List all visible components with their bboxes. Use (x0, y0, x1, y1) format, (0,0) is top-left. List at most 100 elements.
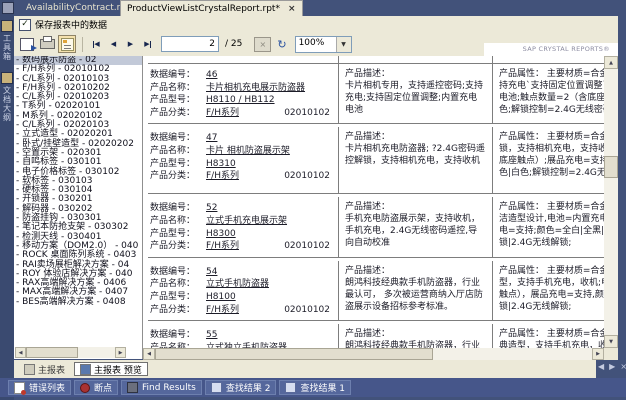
record-attributes: 产品属性： 主要材质=合金 典造型，支持手机充电，收 (492, 324, 604, 348)
breakpoint-icon (80, 383, 90, 393)
scroll-right-icon[interactable]: ▶ (592, 348, 604, 360)
tree-scroll-track[interactable] (78, 347, 115, 358)
scroll-up-icon[interactable]: ▲ (604, 56, 618, 69)
report-page: 数据编号：46 产品名称：卡片相机充电展示防盗器 产品型号：H8110 / HB… (143, 56, 604, 348)
panel-label: 错误列表 (29, 381, 65, 394)
toolbox-label: 工具箱 (2, 34, 13, 61)
scroll-left-icon[interactable]: ◀ (143, 348, 155, 360)
crystal-reports-brand: SAP CRYSTAL REPORTS® (484, 43, 618, 56)
print-button[interactable] (38, 35, 56, 53)
record-fields: 数据编号：46 产品名称：卡片相机充电展示防盗器 产品型号：H8110 / HB… (148, 64, 338, 123)
column-border (492, 56, 493, 63)
zoom-value: 100% (296, 37, 336, 52)
panel-breakpoints[interactable]: 断点 (74, 380, 118, 395)
report-preview-icon (80, 364, 91, 375)
record-fields: 数据编号：52 产品名称：立式手机充电展示架 产品型号：H8300 产品分类：F… (148, 197, 338, 256)
tree-item[interactable]: BES高端解决方案 - 0408 (14, 298, 142, 307)
window-menu-icon[interactable] (2, 2, 14, 14)
tab-label: 主报表 预览 (94, 363, 142, 376)
doc-tab-label: ProductViewListCrystalReport.rpt* (127, 4, 280, 14)
chevron-down-icon[interactable]: ▼ (336, 37, 351, 52)
report-icon (24, 364, 35, 375)
record-name[interactable]: 卡片 相机防盗展示架 (206, 145, 290, 158)
vertical-scroll-thumb[interactable] (604, 156, 618, 178)
prev-page-button[interactable]: ◀ (106, 37, 121, 52)
last-bar (150, 41, 151, 48)
next-page-icon: ▶ (128, 40, 133, 48)
field-label: 数据编号： (150, 329, 206, 342)
export-button[interactable] (18, 35, 36, 53)
doc-tab-label: AvailabilityContract.rpt (26, 3, 130, 13)
record-attributes: 产品属性： 主要材质=合金 持充电`支持固定位置调整` 电池;触点数量=2（含底… (492, 64, 604, 123)
record-id[interactable]: 46 (206, 69, 217, 82)
toggle-group-tree-button[interactable] (58, 35, 76, 53)
close-icon[interactable]: × (288, 4, 296, 14)
record-model: H8110 / HB112 (206, 94, 275, 107)
field-label: 产品型号： (150, 228, 206, 241)
panel-label: 查找结果 1 (300, 381, 345, 394)
left-tool-strip: 工具箱 文档大纲 (0, 0, 14, 400)
first-page-icon: ◀ (94, 40, 99, 48)
record-name[interactable]: 立式手机防盗器 (206, 278, 269, 291)
scroll-left-icon[interactable]: ◀ (15, 347, 26, 358)
doc-tab-productviewlist-active[interactable]: ProductViewListCrystalReport.rpt* × (120, 0, 303, 16)
last-page-button[interactable]: ▶ (140, 37, 155, 52)
field-label: 产品名称： (150, 278, 206, 291)
report-horizontal-scrollbar[interactable]: ◀ ▶ (143, 348, 604, 360)
doc-tab-availabilitycontract[interactable]: AvailabilityContract.rpt (20, 2, 136, 17)
scroll-down-icon[interactable]: ▼ (604, 335, 618, 348)
panel-label: 断点 (94, 381, 112, 394)
record-code: 02010102 (284, 240, 332, 253)
field-label: 产品分类： (150, 170, 206, 183)
refresh-button[interactable]: ↻ (277, 38, 286, 51)
horizontal-scroll-thumb[interactable] (155, 348, 433, 360)
tab-main-report[interactable]: 主报表 (19, 362, 70, 376)
report-vertical-scrollbar[interactable]: ▲ ▼ (604, 56, 618, 348)
field-label: 数据编号： (150, 69, 206, 82)
record-id[interactable]: 54 (206, 266, 217, 279)
tab-scroll-left-icon[interactable]: ◀ (598, 362, 604, 371)
group-tree-icon (61, 38, 74, 51)
field-label: 产品分类： (150, 304, 206, 317)
sidebar-tab-document-outline[interactable]: 文档大纲 (0, 72, 14, 122)
error-list-icon (14, 382, 25, 394)
record-name[interactable]: 卡片相机充电展示防盗器 (206, 82, 305, 95)
description-text: 朗鸿科技经典款手机防盗器，行业最认可， 多次被运营商纳入厅店防盗展示设备招标参考… (345, 277, 486, 313)
sidebar-tab-toolbox[interactable]: 工具箱 (0, 20, 14, 61)
scroll-right-icon[interactable]: ▶ (115, 347, 126, 358)
panel-find-results[interactable]: Find Results (121, 380, 202, 395)
tab-main-report-preview[interactable]: 主报表 预览 (74, 362, 148, 376)
record-id[interactable]: 47 (206, 132, 217, 145)
record-description: 产品描述：朗鸿科技经典款手机防盗器，行业最认可， 多次被运营商纳入厅店防盗展示设… (338, 261, 492, 320)
tab-scroll-right-icon[interactable]: ▶ (609, 362, 615, 371)
panel-search-results-1[interactable]: 查找结果 1 (279, 380, 351, 395)
record-id[interactable]: 52 (206, 202, 217, 215)
next-page-button[interactable]: ▶ (123, 37, 138, 52)
save-data-label: 保存报表中的数据 (35, 18, 107, 31)
column-border (338, 56, 339, 63)
record-description: 产品描述：卡片相机专用，支持遥控密码;支持充电;支持固定位置调整;内置充电电池 (338, 64, 492, 123)
stop-loading-button[interactable]: × (254, 37, 271, 52)
bottom-panel-bar: 错误列表 断点 Find Results 查找结果 2 查找结果 1 (0, 378, 626, 397)
first-page-button[interactable]: ◀ (89, 37, 104, 52)
zoom-select[interactable]: 100% ▼ (295, 36, 352, 53)
record-id[interactable]: 55 (206, 329, 217, 342)
page-number-input[interactable] (161, 36, 219, 52)
field-label: 产品名称： (150, 82, 206, 95)
save-data-row: ✓ 保存报表中的数据 (19, 18, 107, 31)
viewer-header: ✓ 保存报表中的数据 ◀ ◀ ▶ ▶ / 25 × ↻ 100% ▼ SAP C… (14, 16, 618, 56)
panel-error-list[interactable]: 错误列表 (8, 380, 71, 395)
document-outline-icon (1, 72, 13, 84)
search-results-icon (211, 382, 222, 393)
record-fields: 数据编号：47 产品名称：卡片 相机防盗展示架 产品型号：H8310 产品分类：… (148, 127, 338, 193)
panel-search-results-2[interactable]: 查找结果 2 (205, 380, 277, 395)
panel-label: 查找结果 2 (226, 381, 271, 394)
record-name[interactable]: 立式手机充电展示架 (206, 215, 287, 228)
tab-group-close-icon[interactable]: × (620, 362, 626, 371)
ide-window: 工具箱 文档大纲 AvailabilityContract.rpt Produc… (0, 0, 626, 400)
report-record: 数据编号：55 产品名称：立式独立手机防盗器 产品描述：朗鸿科技经典款手机防盗器… (148, 324, 604, 348)
tree-horizontal-scrollbar[interactable]: ◀ ▶ (15, 347, 126, 358)
find-results-icon (127, 382, 138, 393)
save-data-checkbox[interactable]: ✓ (19, 19, 31, 31)
tree-scroll-thumb[interactable] (26, 347, 78, 358)
